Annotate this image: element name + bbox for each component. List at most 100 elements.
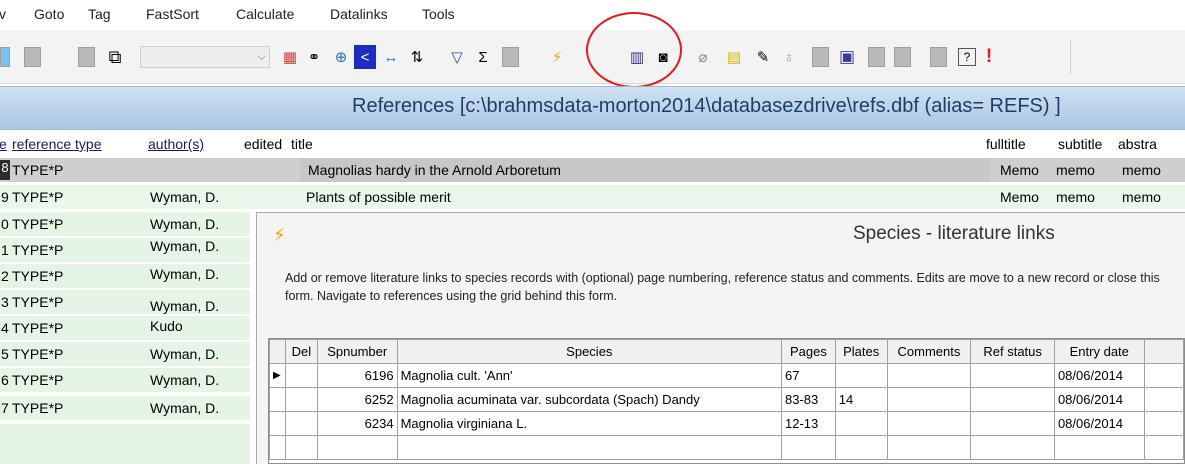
comments-cell[interactable] [886,387,972,412]
field-select[interactable]: ⌵ [140,46,270,68]
save-icon[interactable]: ▣ [836,45,858,69]
plates-cell[interactable] [834,411,888,436]
filter-icon[interactable]: ▽ [446,45,468,69]
ref-status-cell[interactable] [970,387,1055,412]
edit-icon[interactable]: ✎ [752,45,774,69]
menu-fastsort[interactable]: FastSort [146,6,199,22]
del-cell[interactable] [284,363,318,388]
zoom-in-icon[interactable]: ⊕ [330,45,352,69]
table-row[interactable] [269,435,1185,460]
notepad-icon[interactable]: ▤ [724,45,744,69]
table-row[interactable]: 8 TYPE*P Magnolias hardy in the Arnold A… [0,158,1185,182]
col-header-id[interactable]: e [0,136,7,152]
hierarchy-icon[interactable]: ⧉ [104,45,126,69]
col-header-title[interactable]: title [291,136,313,152]
comments-cell[interactable] [886,411,972,436]
row-subtitle[interactable]: memo [1056,162,1095,178]
species-cell[interactable] [396,435,783,460]
col-header-subtitle[interactable]: subtitle [1058,136,1102,152]
col-header-ref-status[interactable]: Ref status [970,339,1055,364]
grid-view-icon[interactable] [0,47,10,67]
del-cell[interactable] [284,387,318,412]
row-abstract[interactable]: memo [1122,162,1161,178]
table-row[interactable]: ▶ 6196 Magnolia cult. 'Ann' 67 08/06/201… [269,363,1185,388]
pages-cell[interactable] [781,435,836,460]
blank-tool-icon[interactable] [868,47,885,67]
col-header-reference-type[interactable]: reference type [12,136,102,152]
plates-cell[interactable] [834,363,888,388]
blank-tool-icon[interactable] [894,47,911,67]
entry-date-cell[interactable]: 08/06/2014 [1053,387,1145,412]
entry-date-cell[interactable]: 08/06/2014 [1053,411,1145,436]
menu-tag[interactable]: Tag [88,6,111,22]
row-selector[interactable] [269,411,286,436]
menu-goto[interactable]: Goto [34,6,64,22]
col-header-comments[interactable]: Comments [886,339,972,364]
blank-tool-icon[interactable] [78,47,95,67]
bulb-icon[interactable]: ♁ [780,45,798,69]
spnumber-cell[interactable] [316,435,398,460]
sort-icon[interactable]: ⇅ [406,45,428,69]
table-row[interactable]: 9 TYPE*P Wyman, D. Plants of possible me… [0,185,1185,209]
entry-date-cell[interactable] [1053,435,1145,460]
col-header-plates[interactable]: Plates [834,339,888,364]
col-header-entry-date[interactable]: Entry date [1053,339,1145,364]
spnumber-cell[interactable]: 6234 [316,411,398,436]
row-subtitle[interactable]: memo [1056,189,1095,205]
row-abstract[interactable]: memo [1122,189,1161,205]
menu-tools[interactable]: Tools [422,6,455,22]
ref-status-cell[interactable] [970,435,1055,460]
col-header-fulltitle[interactable]: fulltitle [986,136,1026,152]
books-icon[interactable]: ▥ [626,45,648,69]
pages-cell[interactable]: 67 [781,363,836,388]
comments-cell[interactable] [886,363,972,388]
del-cell[interactable] [284,435,318,460]
table-icon[interactable]: ▦ [280,45,300,69]
menu-datalinks[interactable]: Datalinks [330,6,388,22]
col-header-del[interactable]: Del [284,339,318,364]
pages-cell[interactable]: 83-83 [781,387,836,412]
entry-date-cell[interactable]: 08/06/2014 [1053,363,1145,388]
plates-cell[interactable] [834,435,888,460]
plates-cell[interactable]: 14 [834,387,888,412]
sigma-icon[interactable]: Σ [472,45,494,69]
spnumber-cell[interactable]: 6252 [316,387,398,412]
camera-icon[interactable]: ◙ [652,45,674,69]
species-links-table: Del Spnumber Species Pages Plates Commen… [268,338,1185,464]
row-selector[interactable] [269,387,286,412]
blank-tool-icon[interactable] [812,47,829,67]
row-fulltitle[interactable]: Memo [1000,189,1039,205]
row-type: TYPE*P [12,189,64,205]
binoculars-icon[interactable]: ⚭ [304,45,324,69]
blank-tool-icon[interactable] [930,47,947,67]
row-selector[interactable] [269,435,286,460]
menu-calculate[interactable]: Calculate [236,6,294,22]
blank-tool-icon[interactable] [502,47,519,67]
pages-cell[interactable]: 12-13 [781,411,836,436]
help-icon[interactable]: ? [958,48,976,66]
del-cell[interactable] [284,411,318,436]
paperclip-icon[interactable]: ⌀ [694,45,712,69]
col-header-spnumber[interactable]: Spnumber [316,339,398,364]
col-header-authors[interactable]: author(s) [148,136,204,152]
ref-status-cell[interactable] [970,411,1055,436]
species-cell[interactable]: Magnolia virginiana L. [396,411,783,436]
species-cell[interactable]: Magnolia cult. 'Ann' [396,363,783,388]
menu-view[interactable]: v [0,6,6,22]
comments-cell[interactable] [886,435,972,460]
lightning-icon[interactable]: ⚡ [546,45,568,69]
col-header-species[interactable]: Species [396,339,783,364]
back-icon[interactable]: < [354,45,376,69]
ref-status-cell[interactable] [970,363,1055,388]
spnumber-cell[interactable]: 6196 [316,363,398,388]
table-row[interactable]: 6252 Magnolia acuminata var. subcordata … [269,387,1185,412]
resize-icon[interactable]: ↔ [380,45,402,69]
col-header-edited[interactable]: edited [244,136,282,152]
alert-icon[interactable]: ! [982,45,996,69]
row-fulltitle[interactable]: Memo [1000,162,1039,178]
col-header-pages[interactable]: Pages [781,339,836,364]
table-row[interactable]: 6234 Magnolia virginiana L. 12-13 08/06/… [269,411,1185,436]
col-header-abstract[interactable]: abstra [1118,136,1157,152]
blank-tool-icon[interactable] [24,47,41,67]
species-cell[interactable]: Magnolia acuminata var. subcordata (Spac… [396,387,783,412]
